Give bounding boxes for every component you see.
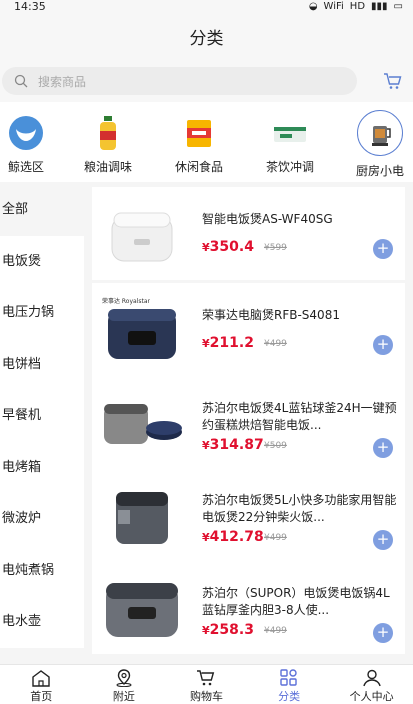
product-old-price: ¥499 [264,533,287,543]
title-bar: 分类 [0,16,413,62]
product-old-price: ¥509 [264,441,287,451]
tea-box-icon [271,114,309,152]
battery-icon: ▭ [393,1,403,12]
product-image [104,404,182,444]
signal-icon: ▮▮▮ [371,1,388,12]
category-label: 粮油调味 [83,160,132,174]
product-name: 荣事达电脑煲RFB-S4081 [202,308,340,322]
home-icon [32,670,50,687]
product-list: 智能电饭煲AS-WF40SG ¥350.4 ¥599 + 荣事达 Royalst… [92,187,405,663]
product-card[interactable]: 苏泊尔电饭煲5L小快多功能家用智能电饭煲22分钟柴火饭... ¥412.78 ¥… [92,468,405,561]
category-item-tea[interactable]: 茶饮冲调 [255,114,325,175]
product-price: ¥314.87 [202,437,264,453]
status-time: 14:35 [14,0,46,13]
category-row: 鲸选区 粮油调味 休闲食品 茶饮冲调 厨房小电 [0,102,413,182]
product-old-price: ¥599 [264,243,287,253]
sidebar-item-pressure-cooker[interactable]: 电压力锅 [0,287,84,339]
product-image [116,492,168,544]
product-name: 苏泊尔电饭煲5L小快多功能家用智能电饭煲22分钟柴火饭... [202,493,397,524]
product-price: ¥211.2 [202,335,254,351]
product-name: 智能电饭煲AS-WF40SG [202,212,333,226]
sidebar-item-breakfast-maker[interactable]: 早餐机 [0,390,84,442]
sidebar: 全部 电饭煲 电压力锅 电饼档 早餐机 电烤箱 微波炉 电炖煮锅 电水壶 [0,184,84,664]
status-icons: ◒ WiFi HD ▮▮▮ ▭ [309,0,403,14]
search-placeholder: 搜索商品 [38,74,87,89]
category-label: 鲸选区 [7,160,44,174]
location-icon [116,669,132,687]
category-label: 休闲食品 [174,160,223,174]
sidebar-item-all[interactable]: 全部 [0,184,84,236]
sidebar-item-stew-pot[interactable]: 电炖煮锅 [0,544,84,596]
page-title: 分类 [189,29,224,49]
search-input[interactable]: 搜索商品 [2,67,357,95]
tab-label: 个人中心 [349,690,394,703]
tab-home[interactable]: 首页 [0,665,83,704]
add-to-cart-button[interactable]: + [373,335,393,355]
product-image [111,212,173,262]
hd-icon: HD [349,1,366,12]
status-icon-1: ◒ [308,1,318,12]
category-label: 厨房小电 [355,164,404,178]
add-to-cart-button[interactable]: + [373,438,393,458]
add-to-cart-button[interactable]: + [373,530,393,550]
category-item-oil[interactable]: 粮油调味 [73,114,143,175]
tab-nearby[interactable]: 附近 [83,665,166,704]
product-price: ¥412.78 [202,529,264,545]
product-price: ¥258.3 [202,622,254,638]
sidebar-item-oven[interactable]: 电烤箱 [0,441,84,493]
category-icon [280,669,297,686]
tab-cart[interactable]: 购物车 [165,665,248,704]
product-card[interactable]: 荣事达 Royalstar 荣事达电脑煲RFB-S4081 ¥211.2 ¥49… [92,283,405,376]
add-to-cart-button[interactable]: + [373,623,393,643]
category-label: 茶饮冲调 [265,160,314,174]
tab-label: 分类 [278,690,301,703]
product-old-price: ¥499 [264,339,287,349]
tab-label: 首页 [30,690,53,703]
category-item-kitchen[interactable]: 厨房小电 [345,110,413,179]
product-name: 苏泊尔电饭煲4L蓝钻球釜24H一键预约蛋糕烘焙智能电饭... [202,401,397,432]
tab-label: 附近 [112,690,135,703]
category-item-whale[interactable]: 鲸选区 [0,114,61,175]
product-old-price: ¥499 [264,626,287,636]
product-card[interactable]: 苏泊尔（SUPOR）电饭煲电饭锅4L蓝钻厚釜内胆3-8人使... ¥258.3 … [92,561,405,654]
search-row: 搜索商品 [0,62,413,102]
product-card[interactable]: 苏泊尔电饭煲4L蓝钻球釜24H一键预约蛋糕烘焙智能电饭... ¥314.87 ¥… [92,376,405,469]
cart-icon [197,670,215,686]
product-image [106,583,178,637]
product-card[interactable]: 智能电饭煲AS-WF40SG ¥350.4 ¥599 + [92,187,405,280]
snack-bag-icon [180,114,218,152]
sidebar-item-griddle[interactable]: 电饼档 [0,338,84,390]
tab-profile[interactable]: 个人中心 [330,665,413,704]
product-price: ¥350.4 [202,239,254,255]
whale-icon [7,114,45,152]
tab-bar: 首页 附近 购物车 分类 个人中心 [0,664,413,704]
wifi-icon: WiFi [323,1,344,12]
add-to-cart-button[interactable]: + [373,239,393,259]
cart-icon[interactable] [383,71,403,91]
search-icon [14,74,28,88]
product-image: 荣事达 Royalstar [102,297,176,359]
category-item-snack[interactable]: 休闲食品 [164,114,234,175]
kettle-icon [357,110,403,156]
oil-bottle-icon [89,114,127,152]
sidebar-item-rice-cooker[interactable]: 电饭煲 [0,235,84,287]
tab-label: 购物车 [189,690,223,703]
product-name: 苏泊尔（SUPOR）电饭煲电饭锅4L蓝钻厚釜内胆3-8人使... [202,586,390,617]
sidebar-item-kettle[interactable]: 电水壶 [0,596,84,648]
user-icon [362,669,381,687]
svg-text:荣事达 Royalstar: 荣事达 Royalstar [102,297,151,305]
sidebar-item-microwave[interactable]: 微波炉 [0,493,84,545]
status-bar: 14:35 ◒ WiFi HD ▮▮▮ ▭ [0,0,413,16]
tab-category[interactable]: 分类 [248,665,331,704]
